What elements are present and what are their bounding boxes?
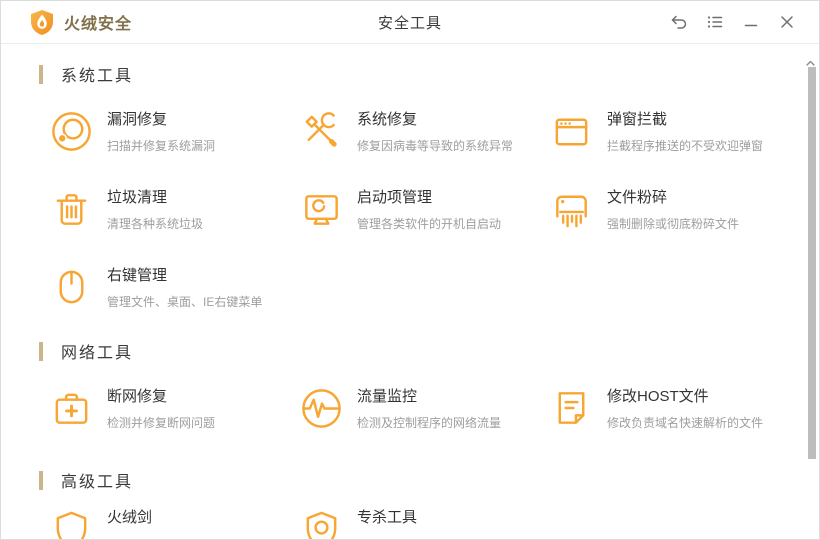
advanced-tools-grid: 火绒剑 专杀工具 (49, 507, 819, 539)
tool-desc: 检测并修复断网问题 (107, 416, 216, 430)
tool-name: 漏洞修复 (107, 111, 168, 128)
brand: 火绒安全 (29, 9, 132, 36)
network-tools-grid: 断网修复 检测并修复断网问题 流量监控 检测及控制程序的网络流量 修改HOST文… (49, 386, 819, 431)
tool-desc: 修改负责域名快速解析的文件 (607, 416, 764, 430)
tool-name: 垃圾清理 (107, 189, 168, 206)
tool-file-shredder[interactable]: 文件粉碎 强制删除或彻底粉碎文件 (549, 187, 799, 232)
tool-desc: 拦截程序推送的不受欢迎弹窗 (607, 139, 764, 153)
tool-huorong-sword[interactable]: 火绒剑 (49, 507, 299, 539)
section-bar (39, 64, 43, 84)
app-window: 火绒安全 安全工具 系统工具 漏洞修复 扫描并修复系统漏洞 系统修复 修复因病毒… (0, 0, 820, 540)
special-kill-icon (299, 507, 344, 539)
junk-clean-icon (49, 187, 94, 232)
huorong-logo-icon (29, 9, 55, 36)
tool-special-kill[interactable]: 专杀工具 (299, 507, 549, 539)
titlebar: 火绒安全 安全工具 (1, 1, 819, 44)
section-bar (39, 470, 43, 490)
section-title: 网络工具 (61, 345, 134, 362)
tool-desc: 修复因病毒等导致的系统异常 (357, 139, 514, 153)
popup-blocker-icon (549, 109, 594, 154)
tool-name: 右键管理 (107, 267, 168, 284)
vulnerability-fix-icon (49, 109, 94, 154)
section-header-system-tools: 系统工具 (39, 63, 819, 85)
tool-name: 文件粉碎 (607, 189, 668, 206)
network-repair-icon (49, 386, 94, 431)
section-bar (39, 341, 43, 361)
tool-startup-manager[interactable]: 启动项管理 管理各类软件的开机自启动 (299, 187, 549, 232)
section-header-advanced-tools: 高级工具 (39, 469, 819, 491)
scrollbar-thumb[interactable] (808, 67, 816, 459)
section-header-network-tools: 网络工具 (39, 340, 819, 362)
host-file-icon (549, 386, 594, 431)
tool-desc: 管理各类软件的开机自启动 (357, 217, 502, 231)
titlebar-actions (661, 1, 805, 43)
startup-manager-icon (299, 187, 344, 232)
scroll-up-arrow-icon[interactable] (806, 53, 815, 66)
file-shredder-icon (549, 187, 594, 232)
tool-network-repair[interactable]: 断网修复 检测并修复断网问题 (49, 386, 299, 431)
menu-button[interactable] (697, 1, 733, 43)
tool-desc: 强制删除或彻底粉碎文件 (607, 217, 740, 231)
tool-name: 系统修复 (357, 111, 418, 128)
menu-list-icon (706, 13, 724, 31)
tool-name: 专杀工具 (357, 509, 418, 526)
scrollbar-track[interactable] (803, 45, 819, 539)
tool-desc: 检测及控制程序的网络流量 (357, 416, 502, 430)
tool-name: 流量监控 (357, 388, 418, 405)
minimize-icon (742, 13, 760, 31)
back-button[interactable] (661, 1, 697, 43)
tool-desc: 管理文件、桌面、IE右键菜单 (107, 295, 263, 309)
right-click-manager-icon (49, 265, 94, 310)
section-title: 系统工具 (61, 68, 134, 85)
tool-host-file[interactable]: 修改HOST文件 修改负责域名快速解析的文件 (549, 386, 799, 431)
tool-name: 启动项管理 (357, 189, 433, 206)
minimize-button[interactable] (733, 1, 769, 43)
tool-traffic-monitor[interactable]: 流量监控 检测及控制程序的网络流量 (299, 386, 549, 431)
close-icon (778, 13, 796, 31)
huorong-sword-icon (49, 507, 94, 539)
tool-junk-clean[interactable]: 垃圾清理 清理各种系统垃圾 (49, 187, 299, 232)
back-icon (670, 13, 688, 31)
system-repair-icon (299, 109, 344, 154)
tool-name: 修改HOST文件 (607, 388, 709, 405)
app-name: 火绒安全 (64, 16, 133, 33)
traffic-monitor-icon (299, 386, 344, 431)
tool-name: 断网修复 (107, 388, 168, 405)
close-button[interactable] (769, 1, 805, 43)
tool-right-click-manager[interactable]: 右键管理 管理文件、桌面、IE右键菜单 (49, 265, 299, 310)
tool-name: 弹窗拦截 (607, 111, 668, 128)
section-title: 高级工具 (61, 474, 134, 491)
tool-desc: 扫描并修复系统漏洞 (107, 139, 216, 153)
system-tools-grid: 漏洞修复 扫描并修复系统漏洞 系统修复 修复因病毒等导致的系统异常 弹窗拦截 拦… (49, 109, 819, 310)
tool-popup-blocker[interactable]: 弹窗拦截 拦截程序推送的不受欢迎弹窗 (549, 109, 799, 154)
tool-vulnerability-fix[interactable]: 漏洞修复 扫描并修复系统漏洞 (49, 109, 299, 154)
tool-desc: 清理各种系统垃圾 (107, 217, 204, 231)
tool-system-repair[interactable]: 系统修复 修复因病毒等导致的系统异常 (299, 109, 549, 154)
tool-name: 火绒剑 (107, 509, 153, 526)
